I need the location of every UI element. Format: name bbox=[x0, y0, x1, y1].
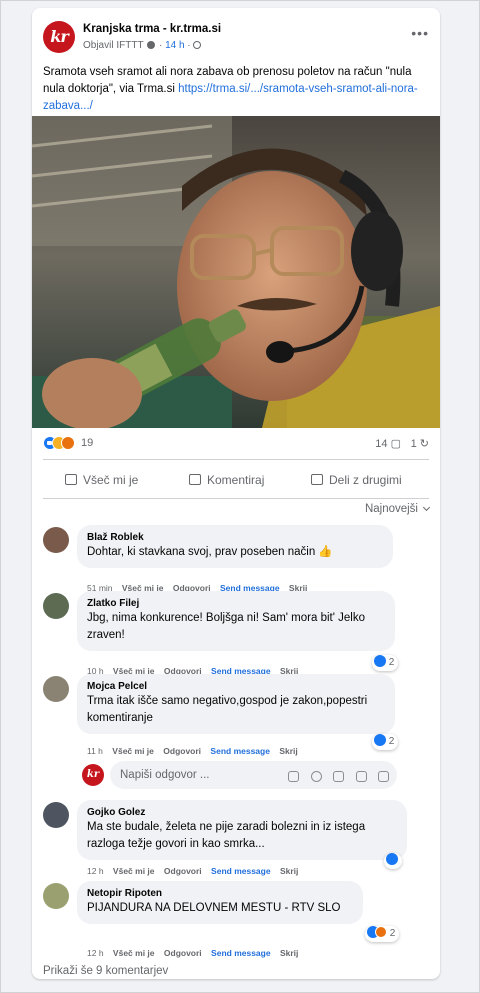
comment-actions: 11 h Všeč mi je Odgovori Send message Sk… bbox=[87, 746, 305, 756]
comment-count[interactable]: 14 ▢ bbox=[375, 437, 401, 450]
comment-reaction-count: 2 bbox=[388, 736, 395, 747]
like-reaction-icon bbox=[374, 734, 386, 746]
comment-hide-button[interactable]: Skrij bbox=[280, 948, 298, 958]
like-button[interactable]: Všeč mi je bbox=[65, 466, 138, 494]
post-image[interactable] bbox=[32, 116, 440, 428]
comment-button-label: Komentiraj bbox=[207, 473, 265, 487]
comment-text: Jbg, nima konkurence! Boljšga ni! Sam' m… bbox=[87, 612, 365, 641]
comment-time[interactable]: 12 h bbox=[87, 866, 104, 876]
post-card: kr Kranjska trma - kr.trma.si Objavil IF… bbox=[32, 8, 440, 979]
attach-icon[interactable] bbox=[378, 771, 389, 782]
chevron-down-icon bbox=[422, 503, 431, 512]
comment-author[interactable]: Mojca Pelcel bbox=[87, 680, 385, 693]
page-logo[interactable]: kr bbox=[43, 21, 75, 53]
comment-author[interactable]: Zlatko Filej bbox=[87, 597, 385, 610]
comment-time[interactable]: 12 h bbox=[87, 948, 104, 958]
post-author: Objavil IFTTT bbox=[83, 40, 144, 51]
share-button[interactable]: Deli z drugimi bbox=[311, 466, 402, 494]
send-message-button[interactable]: Send message bbox=[211, 948, 271, 958]
comment-actions: 12 h Všeč mi je Odgovori Send message Sk… bbox=[87, 948, 305, 958]
more-options-icon[interactable]: ••• bbox=[411, 25, 429, 41]
comment-like-button[interactable]: Všeč mi je bbox=[113, 866, 155, 876]
comment-reactions[interactable]: 2 bbox=[372, 655, 399, 671]
comment-reply-button[interactable]: Odgovori bbox=[164, 866, 202, 876]
send-message-button[interactable]: Send message bbox=[211, 866, 271, 876]
comment-author[interactable]: Netopir Ripoten bbox=[87, 887, 353, 900]
like-button-label: Všeč mi je bbox=[83, 473, 139, 487]
gif-icon[interactable] bbox=[355, 771, 367, 782]
share-count-value: 1 bbox=[410, 438, 417, 450]
share-count[interactable]: 1 ↻ bbox=[411, 437, 429, 450]
comment-reply-button[interactable]: Odgovori bbox=[163, 746, 201, 756]
comment-reply-button[interactable]: Odgovori bbox=[164, 948, 202, 958]
thumbs-up-icon bbox=[65, 474, 77, 485]
comment-count-value: 14 bbox=[375, 438, 388, 450]
sticker-icon[interactable] bbox=[288, 771, 300, 782]
page-name[interactable]: Kranjska trma - kr.trma.si bbox=[83, 23, 221, 35]
comment-reactions[interactable]: 2 bbox=[365, 926, 400, 942]
sort-dropdown[interactable]: Najnovejši bbox=[364, 503, 431, 515]
info-icon[interactable] bbox=[147, 41, 156, 49]
comment-reactions[interactable]: 2 bbox=[372, 734, 399, 750]
post-actions: Všeč mi je Komentiraj Deli z drugimi bbox=[43, 466, 429, 494]
globe-icon bbox=[193, 41, 202, 49]
comment-actions: 12 h Všeč mi je Odgovori Send message Sk… bbox=[87, 866, 305, 876]
comment-time[interactable]: 11 h bbox=[87, 746, 103, 756]
share-icon bbox=[311, 474, 323, 485]
camera-icon[interactable] bbox=[333, 771, 345, 782]
avatar[interactable] bbox=[43, 676, 69, 702]
comment-author[interactable]: Gojko Golez bbox=[87, 806, 397, 819]
post-photo bbox=[32, 116, 440, 428]
comment-reaction-count: 2 bbox=[388, 657, 395, 668]
avatar[interactable] bbox=[43, 883, 69, 909]
comment-author[interactable]: Blaž Roblek bbox=[87, 531, 383, 544]
avatar[interactable] bbox=[43, 593, 69, 619]
post-text: Sramota vseh sramot ali nora zabava ob p… bbox=[43, 64, 429, 115]
comment-like-button[interactable]: Všeč mi je bbox=[112, 746, 154, 756]
send-message-button[interactable]: Send message bbox=[210, 746, 270, 756]
comment-text: PIJANDURA NA DELOVNEM MESTU - RTV SLO bbox=[87, 902, 341, 914]
divider bbox=[43, 498, 429, 499]
angry-reaction-icon bbox=[375, 926, 387, 938]
comment-hide-button[interactable]: Skrij bbox=[279, 746, 297, 756]
share-button-label: Deli z drugimi bbox=[329, 473, 402, 487]
comment-like-button[interactable]: Všeč mi je bbox=[113, 948, 155, 958]
reactions-summary: 19 14 ▢ 1 ↻ bbox=[43, 436, 429, 452]
comment-bubble: Gojko Golez Ma ste budale, želeta ne pij… bbox=[77, 800, 407, 860]
comment-text: Ma ste budale, želeta ne pije zaradi bol… bbox=[87, 821, 366, 850]
comment-bubble: Zlatko Filej Jbg, nima konkurence! Boljš… bbox=[77, 591, 395, 651]
comment-bubble: Mojca Pelcel Trma itak išče samo negativ… bbox=[77, 674, 395, 734]
divider bbox=[43, 459, 429, 460]
avatar[interactable] bbox=[43, 527, 69, 553]
reaction-count[interactable]: 19 bbox=[81, 437, 93, 449]
comment-button[interactable]: Komentiraj bbox=[189, 466, 264, 494]
like-reaction-icon bbox=[386, 853, 398, 865]
like-reaction-icon bbox=[374, 655, 386, 667]
reply-tools bbox=[281, 769, 389, 787]
comment-icon bbox=[189, 474, 201, 485]
comment-bubble: Netopir Ripoten PIJANDURA NA DELOVNEM ME… bbox=[77, 881, 363, 924]
comment-reaction-count: 2 bbox=[389, 928, 396, 939]
comment-hide-button[interactable]: Skrij bbox=[280, 866, 298, 876]
comment-text: Dohtar, ki stavkana svoj, prav poseben n… bbox=[87, 546, 333, 558]
post-meta: Objavil IFTTT · 14 h · bbox=[83, 40, 202, 51]
comment-reactions[interactable] bbox=[384, 853, 402, 869]
emoji-icon[interactable] bbox=[310, 771, 322, 782]
post-time[interactable]: 14 h bbox=[165, 40, 184, 51]
comment-text: Trma itak išče samo negativo,gospod je z… bbox=[87, 695, 368, 724]
avatar[interactable] bbox=[43, 802, 69, 828]
sort-label: Najnovejši bbox=[364, 503, 418, 515]
reply-avatar: kr bbox=[82, 764, 104, 786]
reply-box: kr bbox=[82, 760, 397, 790]
comment-bubble: Blaž Roblek Dohtar, ki stavkana svoj, pr… bbox=[77, 525, 393, 568]
share-count-icon: ↻ bbox=[419, 438, 429, 450]
comment-count-icon: ▢ bbox=[390, 438, 401, 450]
more-comments-link[interactable]: Prikaži še 9 komentarjev bbox=[43, 965, 168, 977]
post-header: kr Kranjska trma - kr.trma.si Objavil IF… bbox=[43, 21, 429, 57]
angry-reaction-icon[interactable] bbox=[61, 436, 75, 450]
